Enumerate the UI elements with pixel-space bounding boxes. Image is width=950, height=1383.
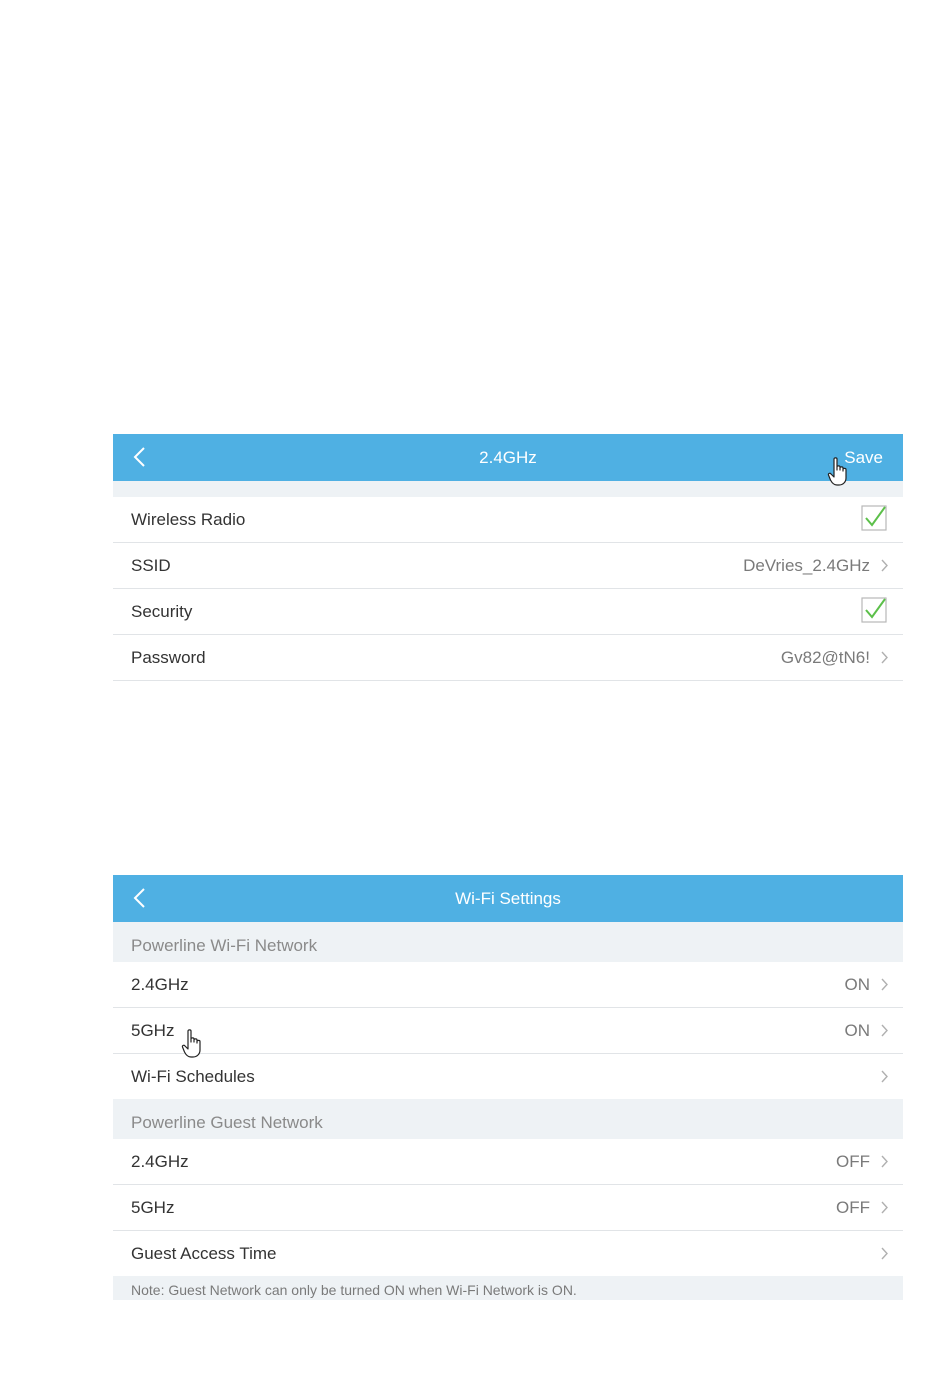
row-label: Wi-Fi Schedules (131, 1067, 255, 1086)
panel-wifi-settings: Wi-Fi Settings Powerline Wi-Fi Network 2… (113, 875, 903, 1300)
password-value: Gv82@tN6! (780, 648, 870, 667)
section-header-wifi-network: Powerline Wi-Fi Network (113, 922, 903, 962)
chevron-right-icon (881, 1247, 888, 1260)
guest-24ghz-row[interactable]: 2.4GHz OFF (113, 1139, 903, 1185)
hand-pointer-icon (827, 457, 847, 486)
password-row[interactable]: Password Gv82@tN6! (113, 635, 903, 681)
titlebar-24ghz: 2.4GHz Save (113, 434, 903, 481)
checkbox-checked-icon[interactable] (861, 505, 887, 531)
chevron-right-icon (881, 1155, 888, 1168)
ssid-value: DeVries_2.4GHz (743, 556, 870, 575)
chevron-right-icon (881, 559, 888, 572)
ssid-row[interactable]: SSID DeVries_2.4GHz (113, 543, 903, 589)
save-button[interactable]: Save (844, 434, 883, 481)
titlebar-wifi: Wi-Fi Settings (113, 875, 903, 922)
guest-access-time-row[interactable]: Guest Access Time (113, 1231, 903, 1276)
chevron-right-icon (881, 651, 888, 664)
chevron-right-icon (881, 978, 888, 991)
status-value: ON (844, 975, 871, 994)
row-label: 5GHz (131, 1198, 175, 1217)
row-label: SSID (131, 556, 171, 575)
row-label: Password (131, 648, 206, 667)
security-row[interactable]: Security (113, 589, 903, 635)
wifi-5ghz-row[interactable]: 5GHz ON (113, 1008, 903, 1054)
hand-pointer-icon (181, 1029, 201, 1058)
chevron-right-icon (881, 1070, 888, 1083)
checkbox-checked-icon[interactable] (861, 597, 887, 623)
page-title: Wi-Fi Settings (455, 889, 561, 908)
guest-network-note: Note: Guest Network can only be turned O… (113, 1276, 903, 1300)
status-value: ON (844, 1021, 871, 1040)
status-value: OFF (836, 1198, 870, 1217)
section-gap (113, 481, 903, 497)
panel-24ghz-settings: 2.4GHz Save Wireless Radio SSID DeVries_… (113, 434, 903, 681)
guest-5ghz-row[interactable]: 5GHz OFF (113, 1185, 903, 1231)
wireless-radio-row[interactable]: Wireless Radio (113, 497, 903, 543)
note-text: Note: Guest Network can only be turned O… (131, 1282, 577, 1298)
page-title: 2.4GHz (479, 448, 537, 467)
wifi-24ghz-row[interactable]: 2.4GHz ON (113, 962, 903, 1008)
row-label: 2.4GHz (131, 1152, 189, 1171)
chevron-right-icon (881, 1024, 888, 1037)
status-value: OFF (836, 1152, 870, 1171)
wifi-schedules-row[interactable]: Wi-Fi Schedules (113, 1054, 903, 1099)
row-label: Security (131, 602, 193, 621)
chevron-right-icon (881, 1201, 888, 1214)
row-label: 5GHz (131, 1021, 175, 1040)
section-header-guest-network: Powerline Guest Network (113, 1099, 903, 1139)
row-label: Guest Access Time (131, 1244, 277, 1263)
row-label: Wireless Radio (131, 510, 246, 529)
row-label: 2.4GHz (131, 975, 189, 994)
